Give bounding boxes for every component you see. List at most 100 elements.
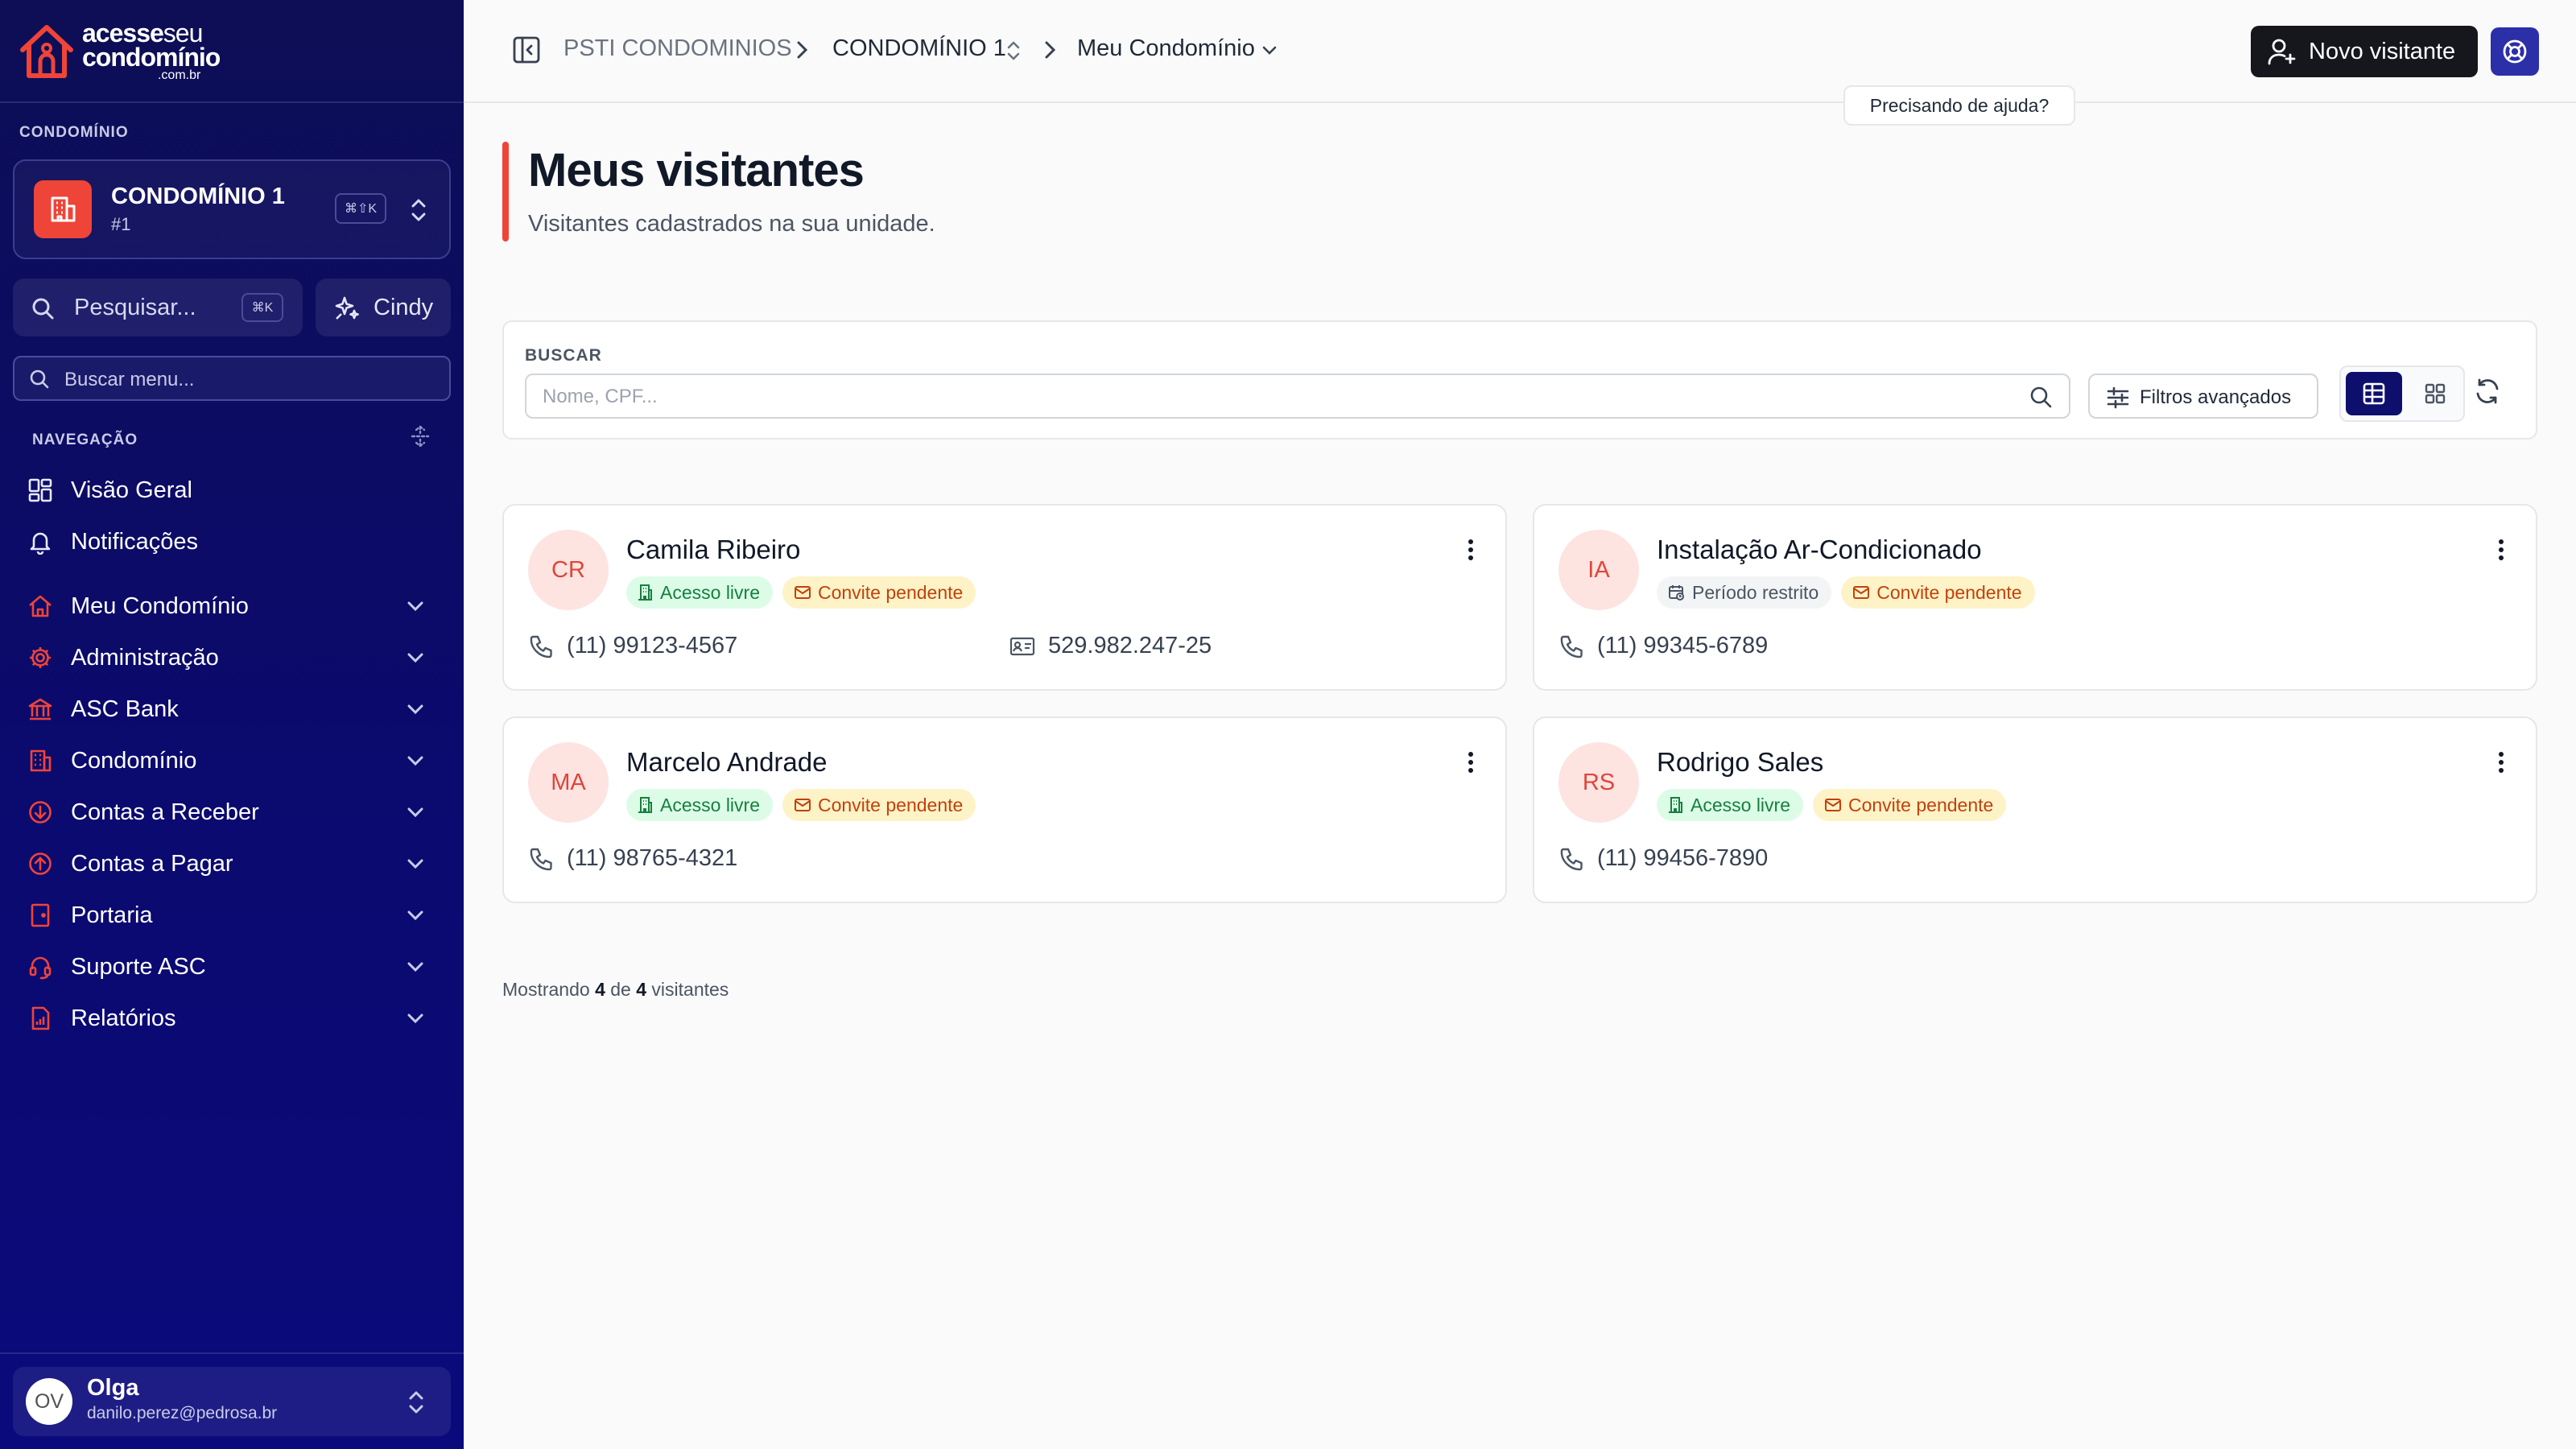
more-vertical-icon[interactable]	[2497, 538, 2505, 562]
visitor-tags: Acesso livre Convite pendente	[626, 576, 976, 609]
bell-icon	[30, 532, 51, 555]
gear-icon	[30, 647, 51, 668]
advanced-filters-button[interactable]: Filtros avançados	[2088, 374, 2318, 419]
sidebar-toggle-icon[interactable]	[512, 35, 541, 64]
breadcrumb-item-org[interactable]: PSTI CONDOMINIOS	[564, 35, 792, 62]
visitor-phone-text: (11) 99345-6789	[1597, 633, 1769, 658]
chevron-right-icon	[1045, 41, 1056, 59]
access-badge: Período restrito	[1657, 576, 1832, 609]
user-name: Olga	[87, 1375, 139, 1401]
page-title: Meus visitantes	[528, 144, 865, 196]
more-vertical-icon[interactable]	[1467, 538, 1475, 562]
nav-label: Meu Condomínio	[71, 593, 249, 619]
view-mode-toggle	[2339, 365, 2465, 422]
access-badge: Acesso livre	[1657, 789, 1803, 821]
collapse-all-icon[interactable]	[409, 425, 431, 448]
results-suffix: visitantes	[651, 979, 729, 1000]
table-view-button[interactable]	[2346, 372, 2402, 415]
headset-icon	[29, 956, 52, 980]
results-prefix: Mostrando	[502, 979, 590, 1000]
lifebuoy-icon	[2503, 39, 2527, 64]
nav-meu-condominio[interactable]: Meu Condomínio	[13, 583, 451, 628]
sidebar-divider	[0, 101, 464, 103]
nav-relatorios[interactable]: Relatórios	[13, 995, 451, 1040]
mail-icon	[794, 586, 811, 599]
refresh-icon[interactable]	[2473, 377, 2502, 406]
nav-portaria[interactable]: Portaria	[13, 892, 451, 937]
arrow-up-circle-icon	[29, 852, 52, 875]
chevron-down-icon	[407, 653, 423, 663]
menu-search-placeholder: Buscar menu...	[64, 369, 195, 390]
table-icon	[2363, 382, 2385, 405]
menu-search-input[interactable]: Buscar menu...	[13, 356, 451, 401]
nav-contas-a-receber[interactable]: Contas a Receber	[13, 789, 451, 834]
chevron-down-icon[interactable]	[1261, 43, 1278, 58]
chevron-right-icon	[797, 41, 808, 59]
nav-label: Relatórios	[71, 1005, 176, 1031]
help-button[interactable]	[2491, 27, 2539, 76]
nav-condominio[interactable]: Condomínio	[13, 737, 451, 782]
results-middle: de	[610, 979, 631, 1000]
visitor-name: Instalação Ar-Condicionado	[1657, 535, 1982, 564]
condo-switcher[interactable]: CONDOMÍNIO 1 #1 ⌘⇧K	[13, 159, 451, 259]
avatar: IA	[1558, 530, 1639, 610]
invite-badge: Convite pendente	[782, 576, 976, 609]
avatar: CR	[528, 530, 609, 610]
chevron-updown-icon[interactable]	[1006, 40, 1021, 61]
more-vertical-icon[interactable]	[2497, 750, 2505, 774]
results-shown: 4	[595, 979, 605, 1000]
new-visitor-label: Novo visitante	[2309, 39, 2456, 64]
nav-label: Contas a Pagar	[71, 851, 233, 877]
visitor-document: 529.982.247-25	[1009, 633, 1212, 659]
condo-shortcut: ⌘⇧K	[335, 193, 386, 224]
visitor-card[interactable]: MA Marcelo Andrade Acesso livre Convite …	[502, 716, 1507, 903]
invite-badge: Convite pendente	[1841, 576, 2035, 609]
visitor-card[interactable]: IA Instalação Ar-Condicionado Período re…	[1533, 504, 2537, 691]
access-badge: Acesso livre	[626, 789, 773, 821]
visitor-card[interactable]: CR Camila Ribeiro Acesso livre Convite p…	[502, 504, 1507, 691]
visitor-phone: (11) 99456-7890	[1558, 845, 1768, 872]
breadcrumb-item-page[interactable]: Meu Condomínio	[1077, 35, 1255, 62]
new-visitor-button[interactable]: Novo visitante	[2251, 26, 2478, 77]
search-placeholder: Nome, CPF...	[543, 386, 658, 407]
invite-badge: Convite pendente	[1812, 789, 2007, 821]
page-subtitle: Visitantes cadastrados na sua unidade.	[528, 211, 935, 237]
visitor-phone-text: (11) 99123-4567	[567, 633, 738, 658]
phone-icon	[1560, 635, 1583, 658]
nav-suporte-asc[interactable]: Suporte ASC	[13, 943, 451, 989]
user-menu[interactable]: OV Olga danilo.perez@pedrosa.br	[13, 1367, 451, 1436]
nav-visao-geral[interactable]: Visão Geral	[13, 467, 451, 512]
visitor-tags: Período restrito Convite pendente	[1657, 576, 2035, 609]
building-icon	[1669, 797, 1682, 813]
nav-notificacoes[interactable]: Notificações	[13, 518, 451, 564]
visitor-tags: Acesso livre Convite pendente	[626, 789, 976, 821]
breadcrumb-item-condo[interactable]: CONDOMÍNIO 1	[832, 35, 1006, 62]
nav-label: Visão Geral	[71, 477, 192, 503]
visitor-phone: (11) 99123-4567	[528, 633, 737, 659]
nav-contas-a-pagar[interactable]: Contas a Pagar	[13, 840, 451, 886]
logo-text: acesseseu condomínio .com.br	[82, 19, 221, 82]
visitor-card[interactable]: RS Rodrigo Sales Acesso livre Convite pe…	[1533, 716, 2537, 903]
nav-asc-bank[interactable]: ASC Bank	[13, 686, 451, 731]
grid-view-button[interactable]	[2407, 372, 2463, 415]
home-icon	[29, 595, 52, 617]
building-icon	[638, 584, 652, 601]
nav-label: Portaria	[71, 902, 153, 928]
nav-administracao[interactable]: Administração	[13, 634, 451, 679]
visitor-name: Rodrigo Sales	[1657, 747, 1824, 777]
global-search-shortcut: ⌘K	[242, 293, 283, 322]
grid-icon	[28, 478, 52, 502]
global-search-button[interactable]: Pesquisar... ⌘K	[13, 279, 303, 336]
results-total: 4	[636, 979, 647, 1000]
visitor-phone: (11) 99345-6789	[1558, 633, 1768, 659]
grid-icon	[2425, 383, 2446, 404]
id-card-icon	[1009, 637, 1035, 655]
logo[interactable]: acesseseu condomínio .com.br	[16, 19, 221, 82]
chevron-down-icon	[407, 962, 423, 972]
bank-icon	[28, 698, 52, 720]
more-vertical-icon[interactable]	[1467, 750, 1475, 774]
chevron-down-icon	[407, 756, 423, 766]
chevron-down-icon	[407, 807, 423, 818]
assistant-button[interactable]: Cindy	[316, 279, 451, 336]
visitor-search-input[interactable]: Nome, CPF...	[525, 374, 2070, 419]
